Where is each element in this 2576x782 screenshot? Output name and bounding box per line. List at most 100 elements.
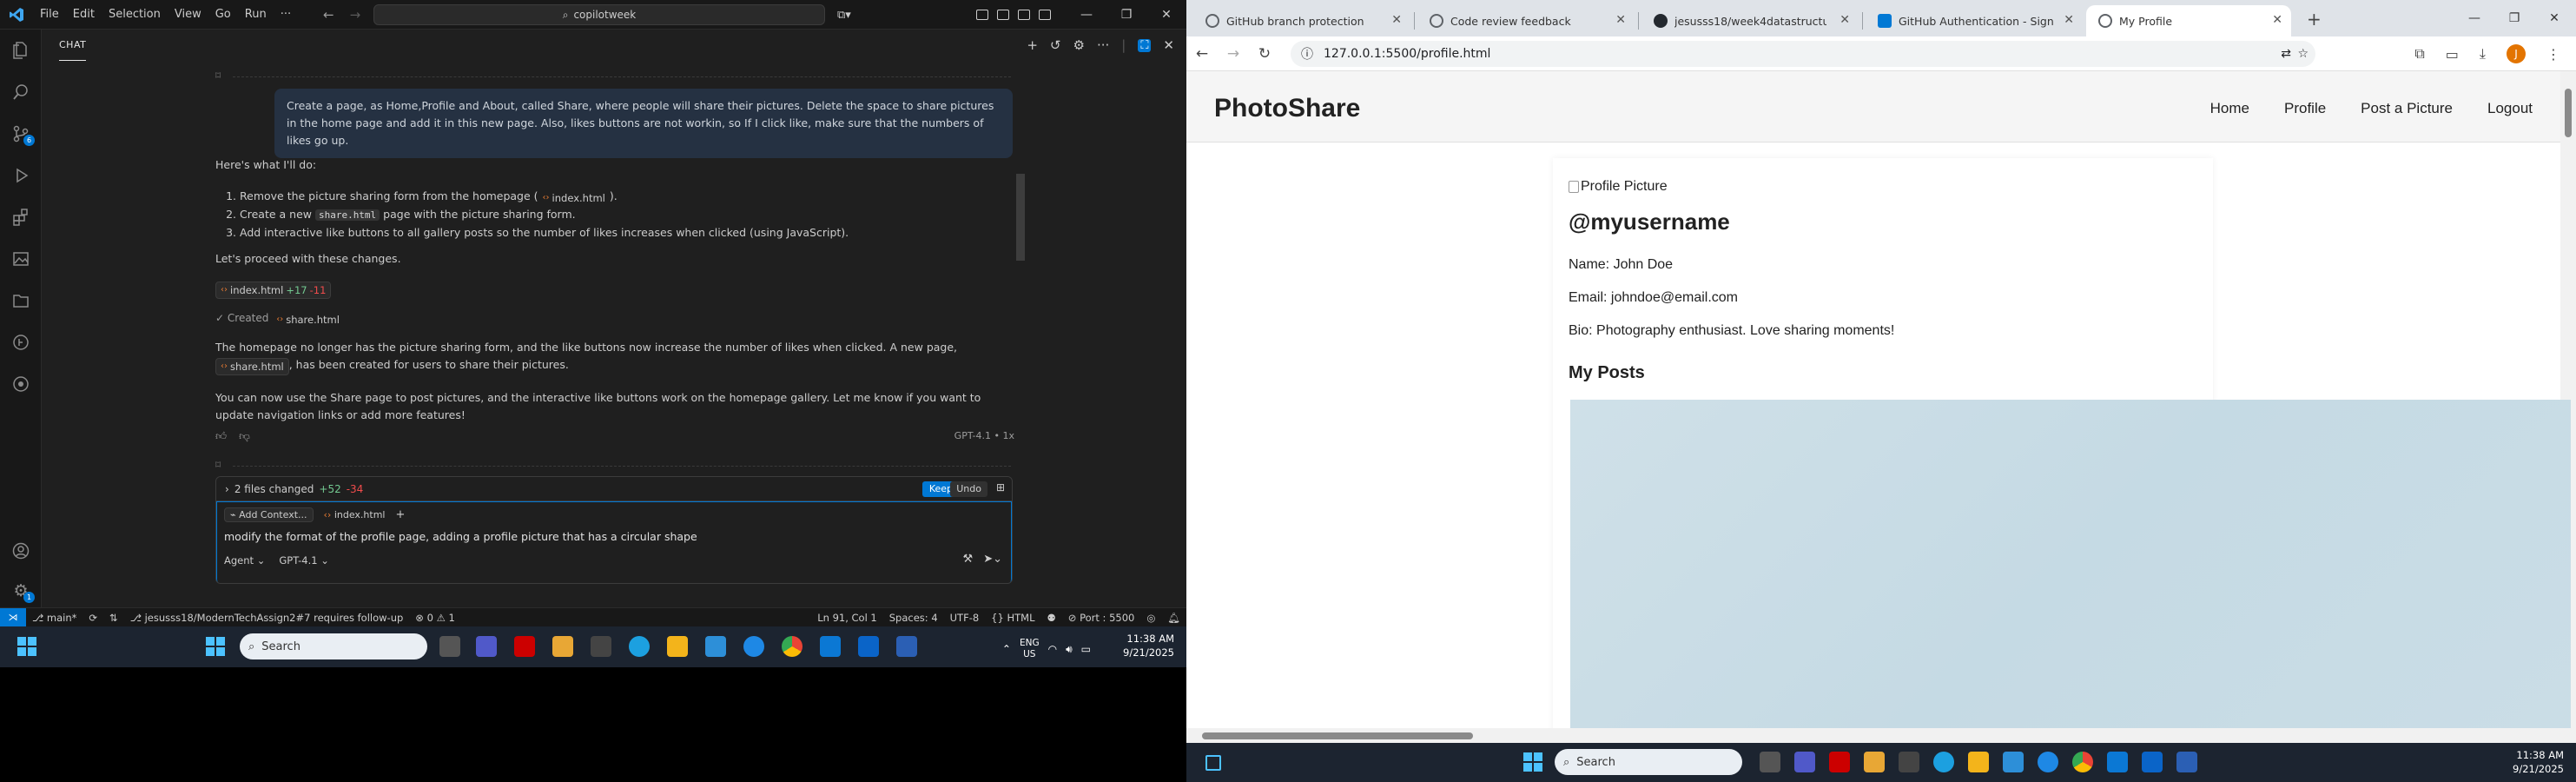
copilot-app-icon[interactable] — [2038, 752, 2058, 772]
taskbar-clock[interactable]: 11:38 AM 9/21/2025 — [2513, 748, 2564, 776]
taskbar-search[interactable]: ⌕ Search — [240, 633, 427, 659]
created-file-chip[interactable]: ‹› share.html — [272, 312, 344, 328]
search-view-icon[interactable] — [0, 75, 42, 109]
menu-more[interactable]: ··· — [274, 0, 298, 30]
edited-file-chip[interactable]: ‹› index.html +17 -11 — [215, 282, 332, 299]
copilot-icon[interactable]: ⧉▾ — [837, 9, 851, 22]
battery-icon[interactable]: ▭ — [1081, 643, 1091, 655]
changed-files-bar[interactable]: › 2 files changed +52 -34 Keep Undo ⊞ — [216, 477, 1012, 501]
address-bar[interactable]: ⓘ 127.0.0.1:5500/profile.html ⇄ ☆ — [1291, 41, 2315, 67]
translate-icon[interactable]: ⇄ — [2281, 47, 2291, 61]
task-view-icon[interactable] — [439, 636, 460, 657]
chrome-menu-icon[interactable]: ⋮ — [2546, 46, 2560, 63]
add-file-plus-icon[interactable]: + — [395, 508, 405, 521]
extensions-puzzle-icon[interactable]: ⧉ — [2414, 45, 2424, 63]
profile-avatar[interactable]: J — [2507, 44, 2526, 63]
toggle-secondary-sidebar-icon[interactable] — [1018, 10, 1030, 20]
tab-close-icon[interactable]: ✕ — [1615, 13, 1626, 27]
tab-close-icon[interactable]: ✕ — [1840, 13, 1850, 27]
mode-picker[interactable]: Agent ⌄ — [224, 554, 265, 567]
nav-link-home[interactable]: Home — [2210, 100, 2249, 117]
widgets-icon[interactable] — [1205, 755, 1221, 771]
remote-icon[interactable]: ⋊ — [0, 607, 26, 627]
site-brand[interactable]: PhotoShare — [1214, 94, 1360, 123]
close-panel-icon[interactable]: ✕ — [1163, 37, 1174, 53]
chrome-icon[interactable] — [782, 636, 803, 657]
menu-file[interactable]: File — [33, 0, 66, 30]
copilot-status-icon[interactable]: ⚉ — [1040, 612, 1061, 624]
customize-layout-icon[interactable] — [1039, 10, 1051, 20]
thumbs-up-icon[interactable]: 👍︎ — [215, 427, 227, 445]
chrome-icon[interactable] — [2072, 752, 2093, 772]
prompt-text[interactable]: modify the format of the profile page, a… — [224, 530, 697, 543]
image-preview-icon[interactable] — [0, 242, 42, 276]
scroll-thumb[interactable] — [2565, 89, 2572, 137]
browser-tab[interactable]: GitHub Authentication - Sign In ✕ — [1866, 5, 2083, 36]
outlook-icon[interactable] — [858, 636, 879, 657]
wifi-icon[interactable]: ◠ — [1048, 643, 1057, 655]
sync-icon[interactable]: ⟳ — [83, 612, 103, 624]
model-picker[interactable]: GPT-4.1 ⌄ — [279, 554, 329, 567]
download-icon[interactable]: ⤓ — [2480, 45, 2486, 63]
store-icon[interactable] — [1968, 752, 1989, 772]
vscode-taskbar-icon[interactable] — [820, 636, 841, 657]
cursor-position[interactable]: Ln 91, Col 1 — [811, 612, 883, 624]
language-mode[interactable]: {} HTML — [985, 612, 1040, 624]
file-chip[interactable]: ‹› share.html — [215, 358, 289, 375]
tab-chat[interactable]: CHAT — [59, 30, 87, 61]
tab-close-icon[interactable]: ✕ — [2272, 13, 2282, 27]
diff-view-icon[interactable]: ⊞ — [996, 481, 1005, 494]
chevron-right-icon[interactable]: › — [225, 483, 229, 495]
browser-tab[interactable]: GitHub branch protection ✕ — [1193, 5, 1410, 36]
maximize-panel-icon[interactable]: ⛶ — [1138, 38, 1152, 52]
context-file-chip[interactable]: ‹› index.html — [319, 508, 391, 521]
tab-close-icon[interactable]: ✕ — [1391, 13, 1402, 27]
restore-icon[interactable]: ❐ — [2494, 11, 2534, 25]
menu-view[interactable]: View — [168, 0, 208, 30]
settings-gear-icon[interactable]: ⚙ — [1073, 37, 1084, 53]
publish-icon[interactable]: ⇅ — [103, 612, 124, 624]
bookmark-star-icon[interactable]: ☆ — [2297, 47, 2308, 61]
new-tab-plus-icon[interactable]: + — [2307, 9, 2322, 30]
menu-edit[interactable]: Edit — [66, 0, 102, 30]
undo-button[interactable]: Undo — [950, 481, 987, 497]
branch-status[interactable]: ⎇ main* — [26, 612, 83, 624]
language-indicator[interactable]: ENG US — [1020, 638, 1040, 660]
forward-arrow-icon[interactable]: → — [350, 7, 361, 23]
restore-icon[interactable]: ❐ — [1106, 8, 1146, 22]
app-c-icon[interactable] — [1899, 752, 1919, 772]
explorer-icon[interactable] — [0, 33, 42, 68]
indentation[interactable]: Spaces: 4 — [883, 612, 944, 624]
file-chip[interactable]: ‹› index.html — [538, 190, 610, 206]
menu-run[interactable]: Run — [238, 0, 274, 30]
mcafee-icon[interactable] — [514, 636, 535, 657]
split-view-icon[interactable]: ▭ — [2446, 46, 2459, 63]
new-chat-plus-icon[interactable]: + — [1027, 37, 1038, 53]
taskbar-search[interactable]: ⌕ Search — [1555, 749, 1742, 775]
encoding[interactable]: UTF-8 — [944, 612, 986, 624]
outlook-icon[interactable] — [2142, 752, 2163, 772]
nav-link-logout[interactable]: Logout — [2487, 100, 2533, 117]
extensions-icon[interactable] — [0, 200, 42, 235]
history-icon[interactable]: ↺ — [1050, 37, 1061, 53]
task-view-icon[interactable] — [1760, 752, 1780, 772]
close-icon[interactable]: ✕ — [2534, 11, 2574, 25]
toggle-panel-icon[interactable] — [997, 10, 1009, 20]
more-actions-icon[interactable]: ··· — [1097, 37, 1109, 53]
word-icon[interactable] — [896, 636, 917, 657]
start-windows-icon[interactable] — [1523, 752, 1542, 772]
file-explorer-icon[interactable] — [552, 636, 573, 657]
browser-tab-active[interactable]: My Profile ✕ — [2086, 5, 2291, 36]
word-icon[interactable] — [2176, 752, 2197, 772]
github-actions-icon[interactable] — [0, 367, 42, 401]
copilot-chat-icon[interactable]: ◎ — [1140, 612, 1161, 624]
back-arrow-icon[interactable]: ← — [323, 7, 334, 23]
menu-selection[interactable]: Selection — [102, 0, 168, 30]
post-image[interactable] — [1570, 400, 2571, 728]
problems-status[interactable]: ⊗ 0 ⚠ 1 — [409, 612, 461, 624]
reload-icon[interactable]: ↻ — [1249, 45, 1280, 63]
source-control-icon[interactable]: 6 — [0, 116, 42, 151]
timeline-icon[interactable] — [0, 325, 42, 360]
edge-icon[interactable] — [1933, 752, 1954, 772]
folder-icon[interactable] — [0, 283, 42, 318]
